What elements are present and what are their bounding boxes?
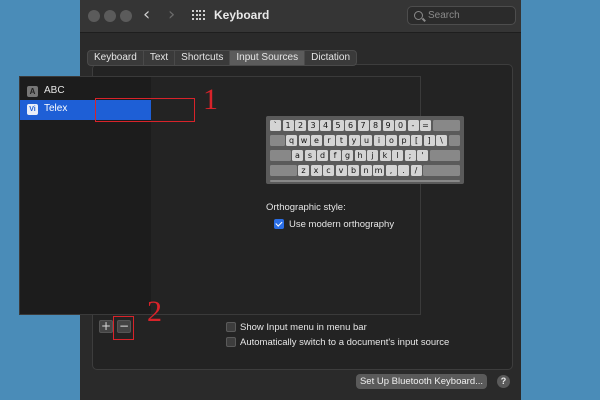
keyboard-modifier-key [270,135,285,146]
minimize-window-button[interactable] [104,10,116,22]
keyboard-key: x [310,165,322,176]
keyboard-key: 7 [357,120,369,131]
keyboard-key: - [407,120,419,131]
abc-input-icon: A [27,86,38,97]
auto-switch-input-label: Automatically switch to a document's inp… [240,337,450,348]
modern-orthography-label: Use modern orthography [289,219,395,230]
keyboard-key: s [304,150,316,161]
keyboard-key: b [348,165,359,176]
keyboard-layout-preview: ` 1 2 3 4 5 6 7 8 9 0- = q w e r t y u i o p[] \ a s d f g h j k l; ' z x c… [266,116,464,184]
keyboard-key: ' [417,150,428,161]
vietnamese-input-icon: Vi [27,104,38,115]
keyboard-key: k [379,150,391,161]
keyboard-key: 2 [295,120,306,131]
keyboard-key: \ [436,135,447,146]
show-all-grid-icon[interactable] [192,10,205,22]
show-input-menu-checkbox[interactable] [226,322,236,332]
keyboard-key: 0 [395,120,406,131]
help-button[interactable]: ? [497,375,510,388]
keyboard-key: = [420,120,431,131]
tab-input-sources[interactable]: Input Sources [230,51,306,65]
orthographic-style-label: Orthographic style: [266,202,346,213]
tab-bar: Keyboard Text Shortcuts Input Sources Di… [87,50,358,66]
keyboard-key: ; [404,150,416,161]
keyboard-key: c [323,165,334,176]
keyboard-key: g [342,150,353,161]
keyboard-key: u [361,135,372,146]
keyboard-key: 5 [332,120,344,131]
search-icon [414,11,423,20]
keyboard-key: . [398,165,409,176]
keyboard-key: n [360,165,372,176]
keyboard-key: a [292,150,303,161]
keyboard-key: l [392,150,403,161]
window-title: Keyboard [214,8,270,22]
close-window-button[interactable] [88,10,100,22]
keyboard-modifier-key [448,135,460,146]
back-button[interactable]: ‹ [143,5,150,25]
setup-bluetooth-keyboard-button[interactable]: Set Up Bluetooth Keyboard... [356,374,487,389]
keyboard-key: [ [411,135,422,146]
keyboard-key: i [373,135,385,146]
input-source-label: ABC [44,85,65,96]
keyboard-key: 4 [320,120,331,131]
keyboard-key: 3 [307,120,319,131]
keyboard-modifier-key [270,165,297,176]
keyboard-key: ` [270,120,281,131]
keyboard-bottom-row [270,180,460,182]
keyboard-key: 8 [370,120,381,131]
title-bar: ‹ › Keyboard [80,0,521,33]
keyboard-key: j [367,150,378,161]
keyboard-key: h [354,150,366,161]
keyboard-key: 9 [382,120,394,131]
keyboard-key: q [286,135,297,146]
keyboard-key: ] [423,135,435,146]
keyboard-key: e [311,135,322,146]
keyboard-modifier-key [432,120,460,131]
add-input-source-button[interactable]: + [99,320,113,333]
keyboard-row: q w e r t y u i o p[] \ [266,135,464,148]
modern-orthography-checkbox[interactable] [274,219,284,229]
input-source-label: Telex [44,103,68,114]
keyboard-key: / [410,165,422,176]
keyboard-modifier-key [423,165,460,176]
keyboard-key: , [385,165,397,176]
auto-switch-input-checkbox[interactable] [226,337,236,347]
tab-shortcuts[interactable]: Shortcuts [175,51,231,65]
keyboard-row: z x c v b n m,. / [266,165,464,178]
show-input-menu-label: Show Input menu in menu bar [240,322,367,333]
keyboard-key: 6 [345,120,356,131]
keyboard-key: m [373,165,384,176]
search-input[interactable] [428,9,508,22]
keyboard-row: ` 1 2 3 4 5 6 7 8 9 0- = [266,120,464,133]
forward-button[interactable]: › [168,5,175,25]
keyboard-key: y [348,135,360,146]
keyboard-key: f [329,150,341,161]
annotation-highlight-remove [113,316,134,340]
annotation-highlight-telex [95,98,195,122]
keyboard-key: z [298,165,309,176]
annotation-number-1: 1 [203,83,218,116]
keyboard-key: d [317,150,328,161]
tab-dictation[interactable]: Dictation [305,51,356,65]
keyboard-key: o [386,135,397,146]
keyboard-row: a s d f g h j k l; ' [266,150,464,163]
keyboard-key: t [336,135,347,146]
keyboard-key: 1 [282,120,294,131]
search-field[interactable] [407,6,516,25]
keyboard-modifier-key [429,150,460,161]
keyboard-key: v [335,165,347,176]
tab-keyboard[interactable]: Keyboard [88,51,144,65]
tab-text[interactable]: Text [144,51,176,65]
keyboard-key: p [398,135,410,146]
keyboard-key: w [298,135,310,146]
zoom-window-button[interactable] [120,10,132,22]
annotation-number-2: 2 [147,295,162,328]
keyboard-modifier-key [270,150,291,161]
keyboard-key: r [323,135,335,146]
